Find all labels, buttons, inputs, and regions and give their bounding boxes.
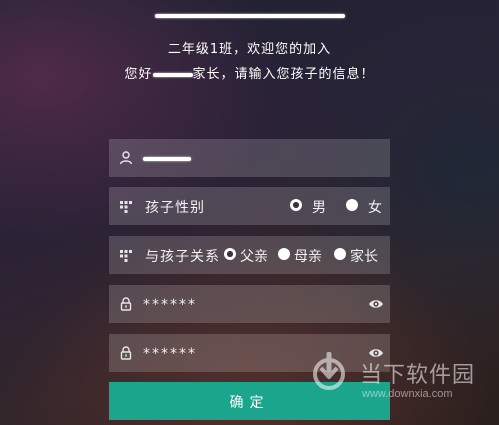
- gender-female-radio[interactable]: [346, 199, 358, 211]
- relation-mother-radio[interactable]: [278, 248, 290, 260]
- redacted-child-name: [143, 157, 191, 161]
- relation-mother-label[interactable]: 母亲: [294, 246, 322, 266]
- gender-male-label[interactable]: 男: [312, 197, 326, 217]
- password-value: ******: [143, 297, 197, 313]
- relation-father-label[interactable]: 父亲: [240, 246, 268, 266]
- prompt-line: 您好 家长，请输入您孩子的信息！: [0, 63, 499, 82]
- lock-icon: [120, 346, 132, 360]
- password-confirm-field[interactable]: ******: [109, 334, 390, 372]
- lock-icon: [120, 297, 132, 311]
- child-name-field[interactable]: [109, 139, 390, 177]
- downxia-logo-icon: [313, 352, 345, 390]
- confirm-button[interactable]: 确定: [109, 382, 390, 420]
- grid-icon: [120, 201, 132, 213]
- relation-parent-label[interactable]: 家长: [350, 246, 378, 266]
- password-confirm-value: ******: [143, 346, 197, 362]
- welcome-line: 二年级1班，欢迎您的加入: [167, 42, 332, 57]
- redacted-name: [152, 72, 193, 77]
- grid-icon: [120, 250, 132, 262]
- relation-field: 与孩子关系 父亲 母亲 家长: [109, 236, 390, 274]
- prompt-prefix: 您好: [124, 67, 153, 82]
- relation-parent-radio[interactable]: [334, 248, 346, 260]
- watermark-url: www.downxia.com: [362, 388, 453, 400]
- child-gender-field: 孩子性别 男 女: [109, 187, 390, 225]
- child-name-value: [143, 151, 191, 167]
- gender-male-radio[interactable]: [290, 199, 302, 211]
- gender-label: 孩子性别: [145, 200, 205, 216]
- password-field[interactable]: ******: [109, 285, 390, 323]
- school-name-line: [0, 8, 499, 23]
- user-icon: [119, 151, 133, 165]
- gender-female-label[interactable]: 女: [368, 197, 382, 217]
- watermark-brand: 当下软件园: [360, 363, 476, 388]
- eye-icon[interactable]: [368, 297, 384, 311]
- relation-father-radio[interactable]: [224, 248, 236, 260]
- redacted-school-name: [154, 13, 345, 18]
- prompt-suffix: 家长，请输入您孩子的信息！: [192, 67, 375, 82]
- relation-label: 与孩子关系: [145, 249, 220, 265]
